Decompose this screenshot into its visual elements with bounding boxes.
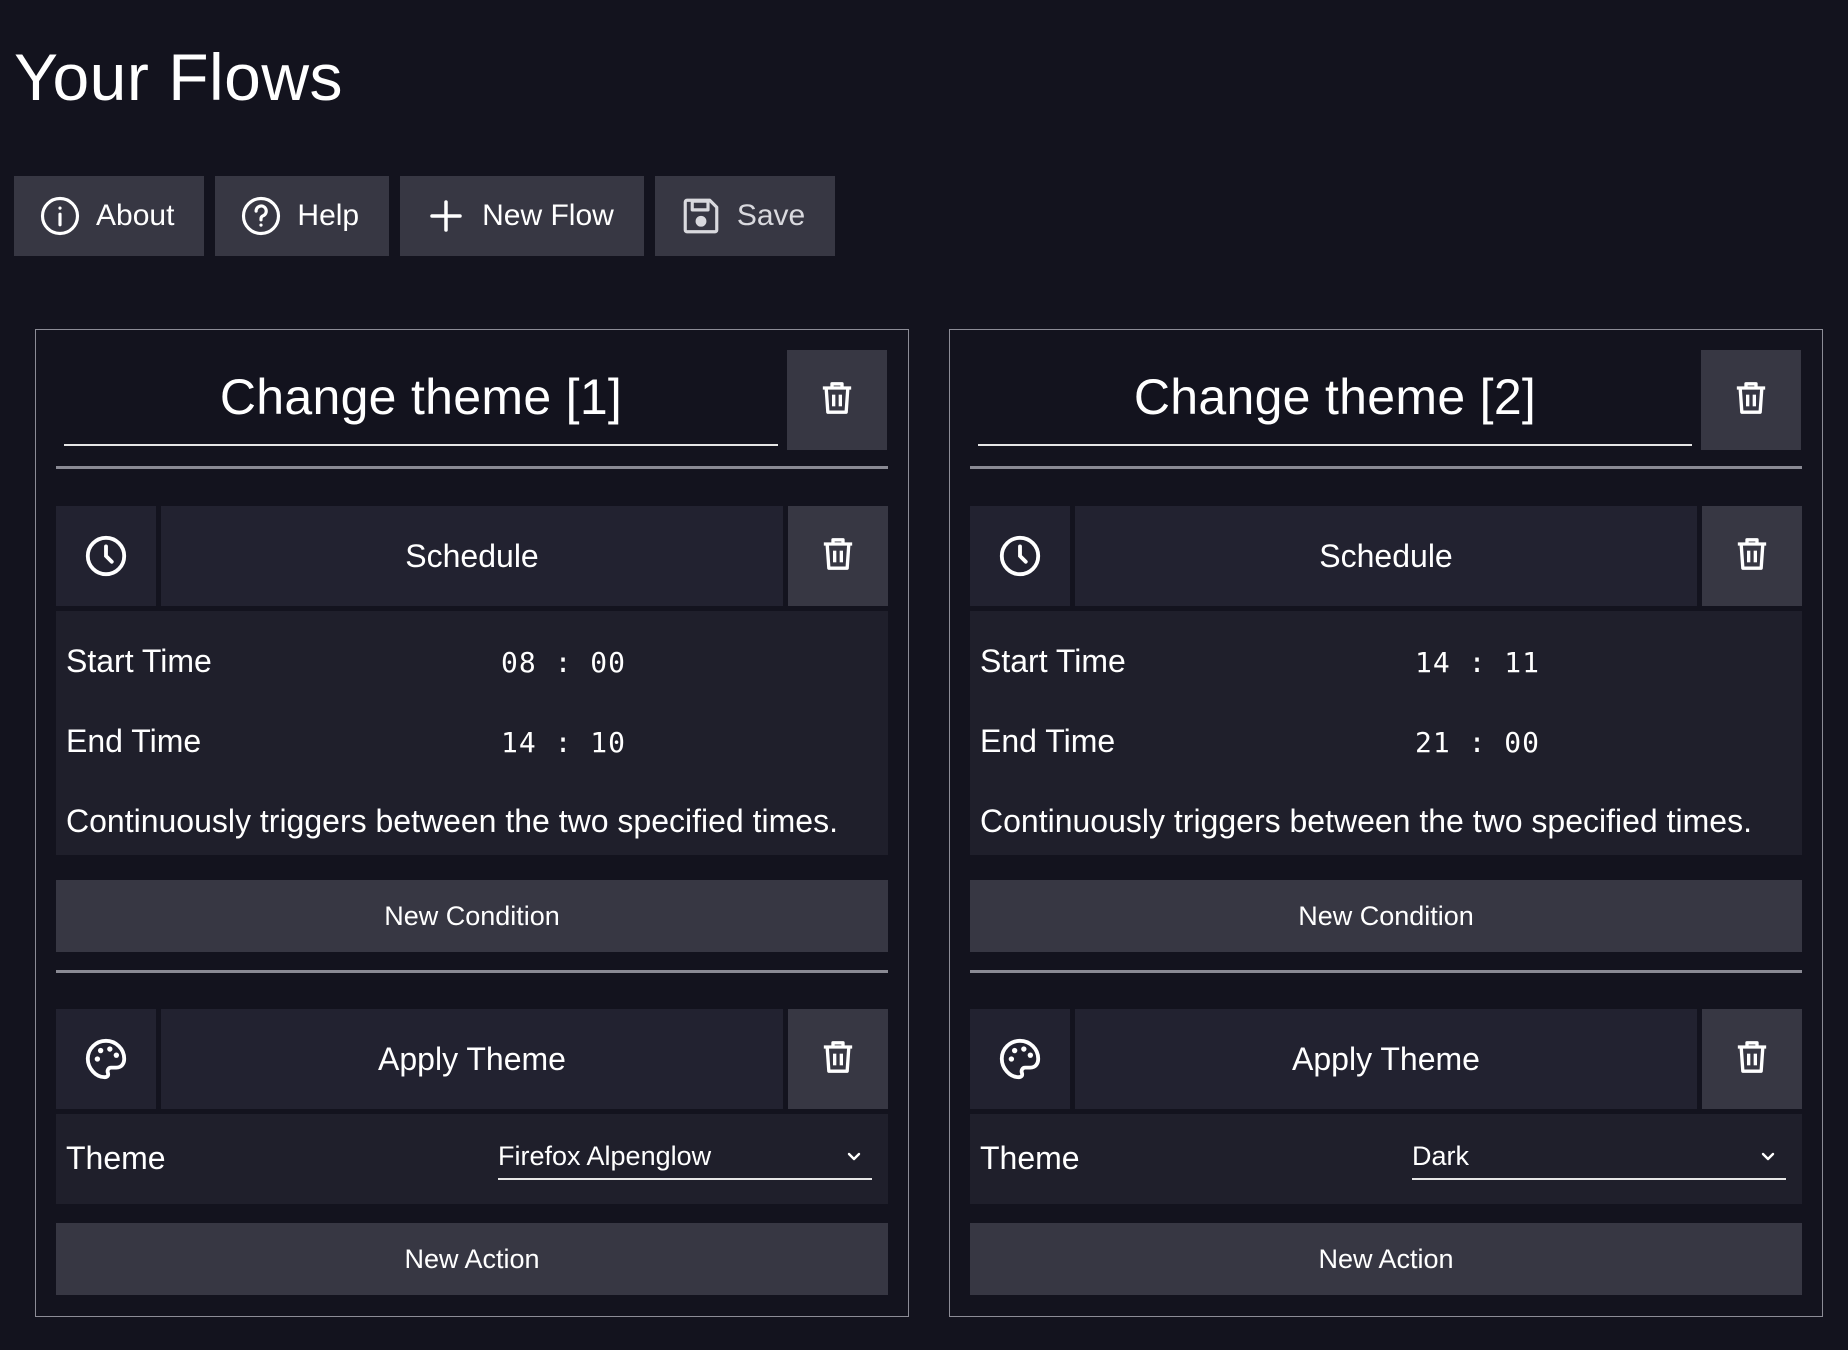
plus-icon [424, 194, 468, 238]
action-body: Theme Dark [970, 1114, 1802, 1204]
theme-label: Theme [980, 1140, 1080, 1176]
start-time-label: Start Time [66, 643, 212, 679]
divider [56, 970, 888, 973]
theme-select-value: Firefox Alpenglow [498, 1140, 712, 1171]
action-title: Apply Theme [161, 1009, 783, 1109]
trash-icon [1732, 1037, 1772, 1082]
end-time-label: End Time [66, 723, 202, 759]
flow-title: Change theme [1] [219, 369, 623, 425]
theme-select[interactable]: Firefox Alpenglow [498, 1134, 872, 1180]
action-title: Apply Theme [1075, 1009, 1697, 1109]
theme-select[interactable]: Dark [1412, 1134, 1786, 1180]
clock-icon [56, 506, 156, 606]
divider [970, 466, 1802, 469]
flow-title-field[interactable]: Change theme [1] [64, 350, 778, 446]
trash-icon [1731, 378, 1771, 423]
action-header: Apply Theme [56, 1009, 888, 1109]
start-time-input[interactable]: 08 : 00 [501, 646, 626, 679]
trash-icon [818, 534, 858, 579]
delete-action-button[interactable] [788, 1009, 888, 1109]
condition-header: Schedule [56, 506, 888, 606]
chevron-down-icon [1761, 1152, 1775, 1161]
toolbar: About Help New Flow Save [14, 176, 836, 256]
flow-title-field[interactable]: Change theme [2] [978, 350, 1692, 446]
save-label: Save [736, 199, 806, 232]
condition-title: Schedule [1075, 506, 1697, 606]
condition-body: Start Time 14 : 11 End Time 21 : 00 Cont… [970, 611, 1802, 855]
palette-icon [970, 1009, 1070, 1109]
help-label: Help [297, 199, 360, 232]
save-button[interactable]: Save [654, 176, 836, 256]
chevron-down-icon [847, 1152, 861, 1161]
flow-title: Change theme [2] [1133, 369, 1537, 425]
palette-icon [56, 1009, 156, 1109]
delete-action-button[interactable] [1702, 1009, 1802, 1109]
condition-title: Schedule [161, 506, 783, 606]
end-time-label: End Time [980, 723, 1116, 759]
end-time-input[interactable]: 21 : 00 [1415, 726, 1540, 759]
new-condition-button[interactable]: New Condition [970, 880, 1802, 952]
new-flow-button[interactable]: New Flow [400, 176, 644, 256]
start-time-label: Start Time [980, 643, 1126, 679]
page: Your Flows About Help New Flow Save Chan… [0, 0, 1848, 1350]
question-circle-icon [239, 194, 283, 238]
delete-condition-button[interactable] [1702, 506, 1802, 606]
trash-icon [817, 378, 857, 423]
start-time-input[interactable]: 14 : 11 [1415, 646, 1540, 679]
condition-header: Schedule [970, 506, 1802, 606]
divider [970, 970, 1802, 973]
clock-icon [970, 506, 1070, 606]
new-flow-label: New Flow [482, 199, 614, 232]
end-time-input[interactable]: 14 : 10 [501, 726, 626, 759]
about-label: About [96, 199, 175, 232]
trash-icon [818, 1037, 858, 1082]
condition-description: Continuously triggers between the two sp… [66, 803, 838, 839]
condition-description: Continuously triggers between the two sp… [980, 803, 1752, 839]
divider [56, 466, 888, 469]
about-button[interactable]: About [14, 176, 205, 256]
condition-body: Start Time 08 : 00 End Time 14 : 10 Cont… [56, 611, 888, 855]
theme-select-value: Dark [1412, 1140, 1470, 1171]
theme-label: Theme [66, 1140, 166, 1176]
new-condition-button[interactable]: New Condition [56, 880, 888, 952]
flow-card: Change theme [2] Schedule Start Time 14 … [949, 329, 1823, 1317]
action-body: Theme Firefox Alpenglow [56, 1114, 888, 1204]
delete-flow-button[interactable] [1701, 350, 1801, 450]
new-action-button[interactable]: New Action [56, 1223, 888, 1295]
floppy-disk-icon [679, 194, 723, 238]
page-title: Your Flows [14, 40, 344, 114]
info-circle-icon [38, 194, 82, 238]
action-header: Apply Theme [970, 1009, 1802, 1109]
delete-flow-button[interactable] [787, 350, 887, 450]
flow-card: Change theme [1] Schedule Start Time 08 … [35, 329, 909, 1317]
trash-icon [1732, 534, 1772, 579]
new-action-button[interactable]: New Action [970, 1223, 1802, 1295]
delete-condition-button[interactable] [788, 506, 888, 606]
help-button[interactable]: Help [215, 176, 390, 256]
